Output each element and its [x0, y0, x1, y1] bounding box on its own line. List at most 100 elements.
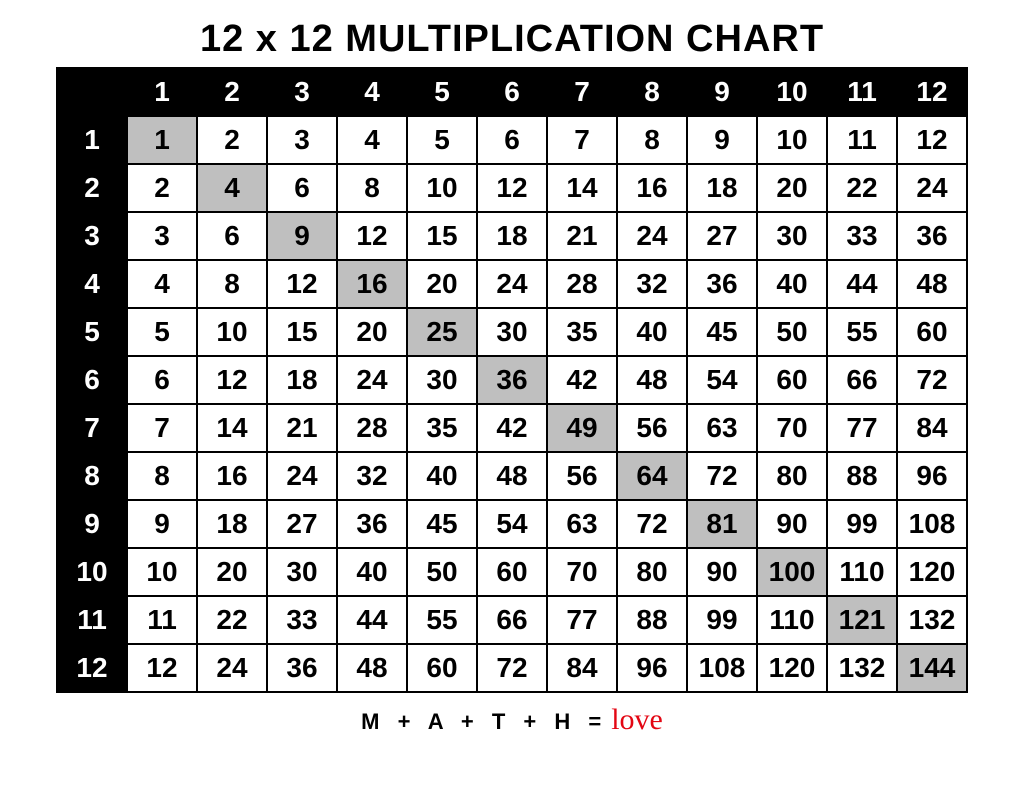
table-cell: 72 [617, 500, 687, 548]
table-cell: 100 [757, 548, 827, 596]
table-row: 224681012141618202224 [57, 164, 967, 212]
footer-math-text: M + A + T + H = [361, 709, 607, 735]
table-cell: 36 [687, 260, 757, 308]
table-cell: 1 [127, 116, 197, 164]
table-cell: 80 [757, 452, 827, 500]
table-cell: 48 [897, 260, 967, 308]
table-row: 1123456789101112 [57, 116, 967, 164]
table-cell: 33 [267, 596, 337, 644]
table-cell: 6 [267, 164, 337, 212]
table-cell: 4 [127, 260, 197, 308]
table-cell: 48 [337, 644, 407, 692]
table-cell: 60 [897, 308, 967, 356]
table-cell: 7 [127, 404, 197, 452]
table-cell: 12 [337, 212, 407, 260]
table-cell: 24 [477, 260, 547, 308]
footer-branding: M + A + T + H = love [361, 703, 663, 737]
table-cell: 10 [197, 308, 267, 356]
table-cell: 36 [267, 644, 337, 692]
table-cell: 5 [407, 116, 477, 164]
table-cell: 8 [337, 164, 407, 212]
table-cell: 9 [127, 500, 197, 548]
column-header: 7 [547, 68, 617, 116]
table-cell: 110 [757, 596, 827, 644]
table-cell: 30 [757, 212, 827, 260]
table-cell: 4 [197, 164, 267, 212]
table-cell: 9 [687, 116, 757, 164]
table-cell: 66 [827, 356, 897, 404]
table-cell: 24 [897, 164, 967, 212]
table-cell: 63 [547, 500, 617, 548]
row-header: 6 [57, 356, 127, 404]
table-cell: 24 [197, 644, 267, 692]
table-cell: 88 [617, 596, 687, 644]
table-cell: 18 [267, 356, 337, 404]
table-cell: 20 [407, 260, 477, 308]
table-cell: 10 [127, 548, 197, 596]
table-cell: 50 [757, 308, 827, 356]
table-cell: 54 [477, 500, 547, 548]
row-header: 2 [57, 164, 127, 212]
table-cell: 6 [477, 116, 547, 164]
table-cell: 21 [267, 404, 337, 452]
table-cell: 12 [897, 116, 967, 164]
table-cell: 108 [897, 500, 967, 548]
table-cell: 28 [337, 404, 407, 452]
table-cell: 20 [757, 164, 827, 212]
table-cell: 110 [827, 548, 897, 596]
table-row: 3369121518212427303336 [57, 212, 967, 260]
table-cell: 81 [687, 500, 757, 548]
table-cell: 54 [687, 356, 757, 404]
table-cell: 8 [197, 260, 267, 308]
table-cell: 10 [407, 164, 477, 212]
row-header: 10 [57, 548, 127, 596]
column-header: 9 [687, 68, 757, 116]
table-cell: 3 [267, 116, 337, 164]
table-row: 771421283542495663707784 [57, 404, 967, 452]
table-cell: 16 [197, 452, 267, 500]
table-cell: 3 [127, 212, 197, 260]
column-header: 2 [197, 68, 267, 116]
table-cell: 96 [897, 452, 967, 500]
table-cell: 99 [687, 596, 757, 644]
table-cell: 30 [477, 308, 547, 356]
table-cell: 18 [687, 164, 757, 212]
table-cell: 63 [687, 404, 757, 452]
row-header: 1 [57, 116, 127, 164]
table-row: 11112233445566778899110121132 [57, 596, 967, 644]
table-cell: 11 [827, 116, 897, 164]
table-cell: 12 [127, 644, 197, 692]
table-cell: 90 [757, 500, 827, 548]
table-cell: 70 [757, 404, 827, 452]
table-cell: 45 [687, 308, 757, 356]
table-cell: 132 [897, 596, 967, 644]
table-cell: 66 [477, 596, 547, 644]
table-cell: 30 [407, 356, 477, 404]
table-cell: 6 [197, 212, 267, 260]
table-cell: 84 [547, 644, 617, 692]
table-cell: 56 [547, 452, 617, 500]
table-cell: 27 [687, 212, 757, 260]
table-row: 551015202530354045505560 [57, 308, 967, 356]
table-cell: 120 [757, 644, 827, 692]
table-cell: 72 [477, 644, 547, 692]
table-cell: 90 [687, 548, 757, 596]
row-header: 12 [57, 644, 127, 692]
table-cell: 40 [757, 260, 827, 308]
row-header: 3 [57, 212, 127, 260]
table-cell: 2 [197, 116, 267, 164]
table-cell: 4 [337, 116, 407, 164]
table-cell: 18 [197, 500, 267, 548]
table-cell: 60 [477, 548, 547, 596]
table-cell: 20 [337, 308, 407, 356]
table-corner [57, 68, 127, 116]
table-cell: 42 [477, 404, 547, 452]
table-cell: 88 [827, 452, 897, 500]
table-cell: 77 [547, 596, 617, 644]
column-header: 8 [617, 68, 687, 116]
table-cell: 36 [477, 356, 547, 404]
table-cell: 11 [127, 596, 197, 644]
table-cell: 6 [127, 356, 197, 404]
table-cell: 5 [127, 308, 197, 356]
table-cell: 8 [617, 116, 687, 164]
